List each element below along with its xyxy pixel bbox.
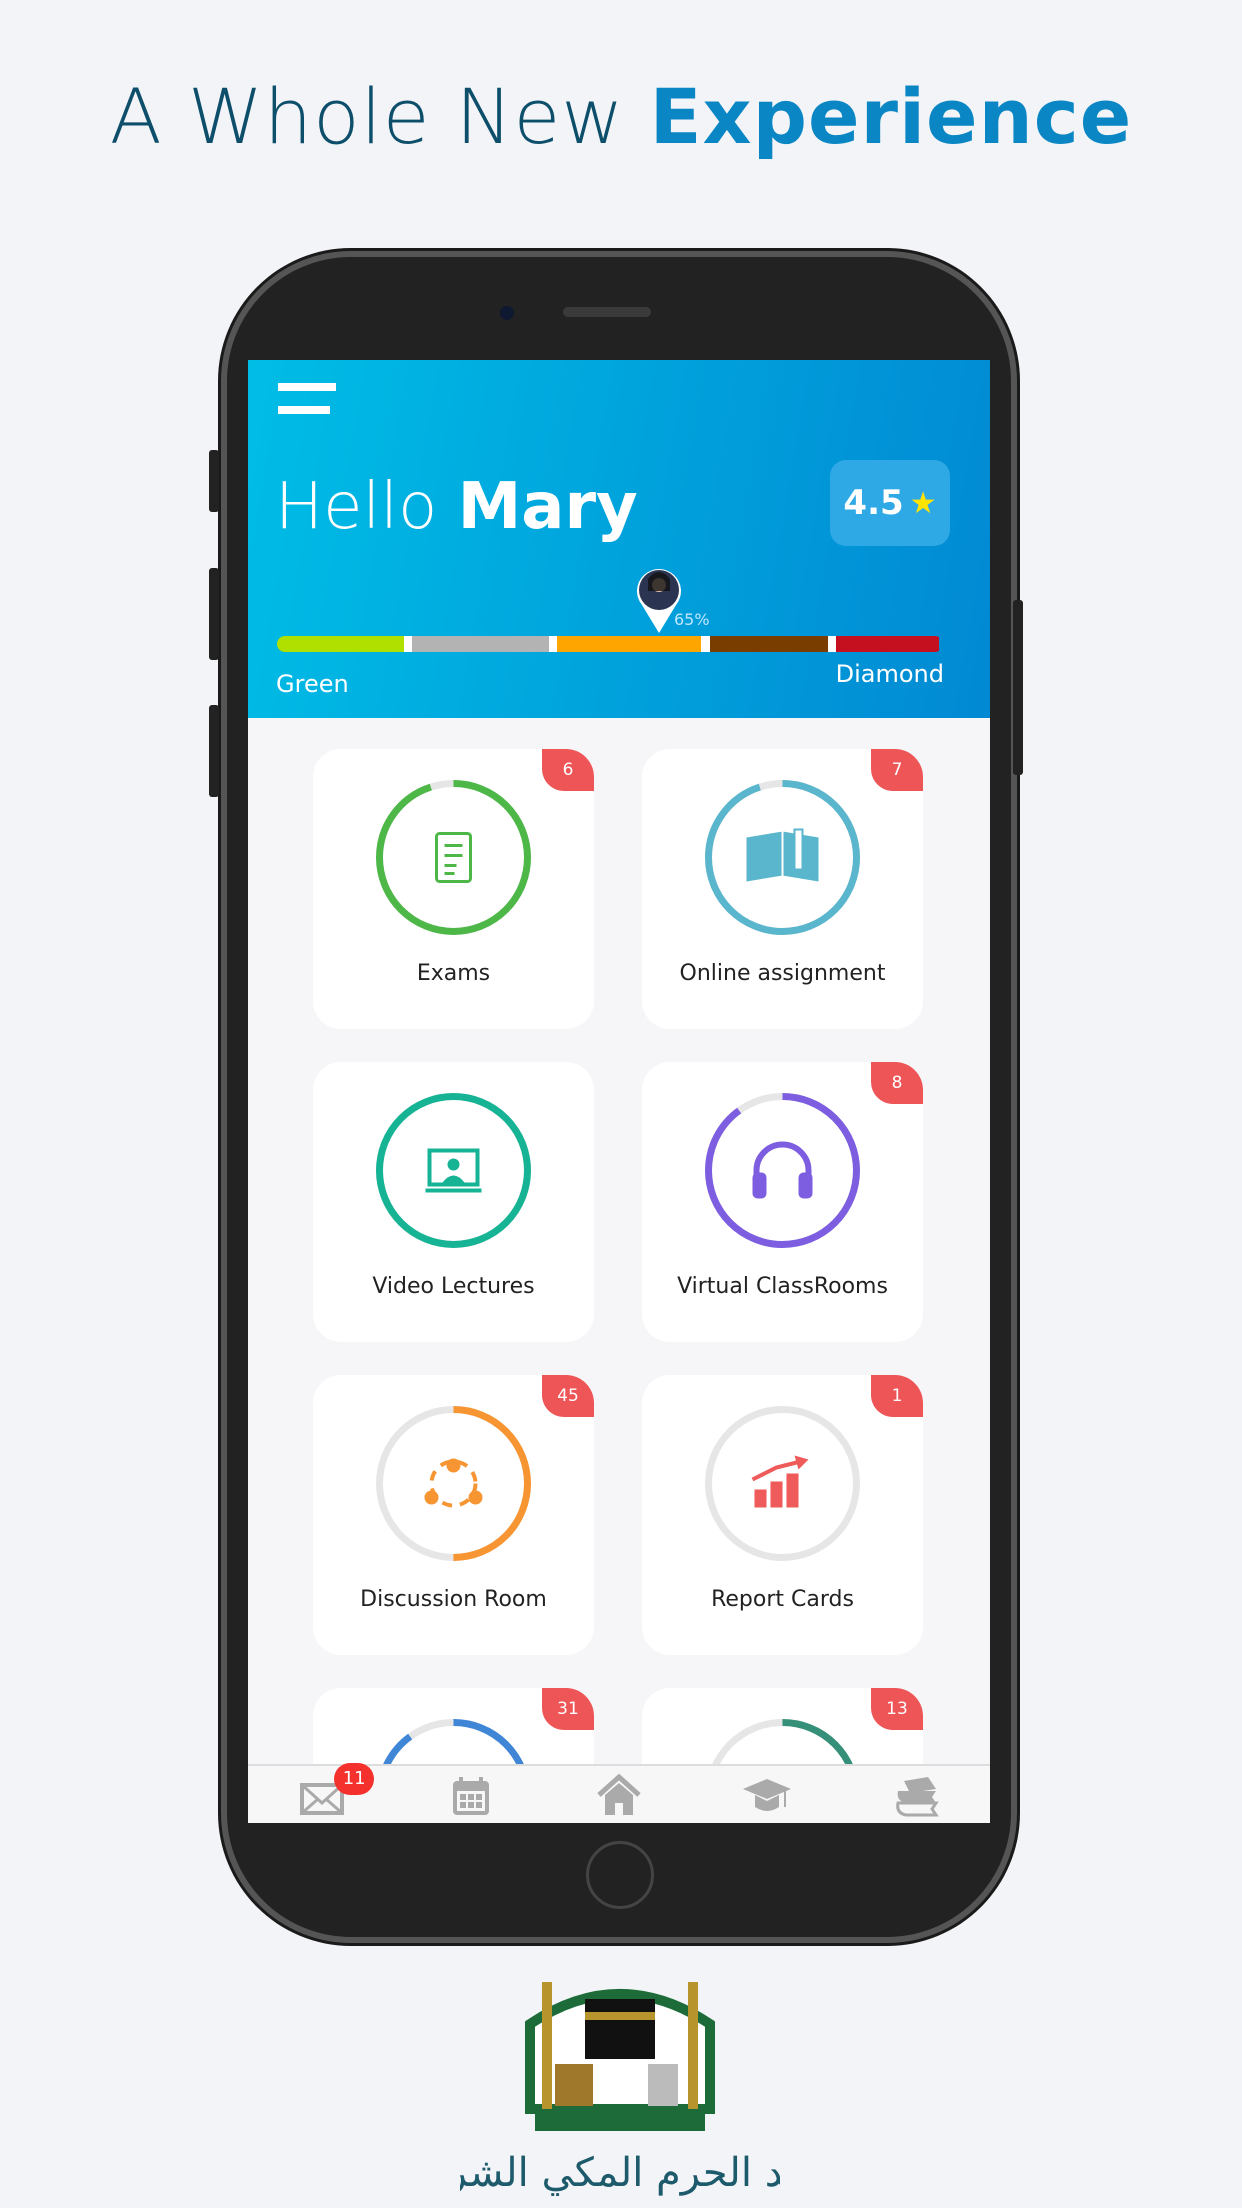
rating-value: 4.5 — [843, 483, 904, 523]
bar-divider — [548, 636, 558, 652]
card-label: Virtual ClassRooms — [677, 1274, 888, 1299]
nav-mail[interactable]: 11 — [298, 1762, 375, 1817]
calendar-icon — [452, 1776, 489, 1815]
volume-down-button — [209, 705, 219, 797]
progress-percent: 65% — [674, 610, 710, 629]
front-camera — [500, 306, 514, 320]
card-label: Video Lectures — [372, 1274, 535, 1299]
card-video-lectures[interactable]: Video Lectures — [313, 1062, 594, 1342]
mute-switch — [209, 450, 219, 512]
nav-home[interactable] — [595, 1773, 643, 1817]
star-icon: ★ — [909, 485, 937, 521]
app-screen: Hello Mary 4.5 ★ 65% Green Diamond 6 Exams… — [248, 360, 990, 1823]
headline-bold: Experience — [649, 72, 1133, 161]
progress-ring — [376, 1093, 531, 1248]
level-start-label: Green — [276, 670, 349, 698]
bar-divider — [701, 636, 710, 652]
count-badge: 6 — [542, 749, 594, 791]
bar-segment — [277, 636, 404, 652]
power-button — [1013, 600, 1023, 775]
card-label: Exams — [416, 961, 491, 986]
logo-text: معهد الحرم المكي الشريف — [460, 2150, 780, 2196]
video-lecture-icon — [425, 1148, 482, 1193]
count-badge: 7 — [871, 749, 923, 791]
greeting: Hello Mary — [275, 470, 638, 544]
bar-divider — [827, 636, 837, 652]
progress-ring — [376, 1406, 531, 1561]
progress-ring — [705, 1406, 860, 1561]
bar-segment — [412, 636, 549, 652]
count-badge: 45 — [542, 1375, 594, 1417]
level-progress-bar — [277, 636, 943, 652]
count-badge: 13 — [871, 1688, 923, 1730]
institute-logo: معهد الحرم المكي الشريف — [460, 1982, 780, 2196]
level-end-label: Diamond — [835, 660, 944, 688]
hamburger-menu-icon[interactable] — [278, 375, 338, 415]
count-badge: 8 — [871, 1062, 923, 1104]
headline-regular: A Whole New — [109, 72, 625, 161]
bottom-nav: 11 — [248, 1762, 990, 1823]
greeting-text: Hello — [275, 470, 438, 544]
group-discussion-icon — [424, 1458, 483, 1508]
card-discussion-room[interactable]: 45 Discussion Room — [313, 1375, 594, 1655]
card-virtual-classrooms[interactable]: 8 Virtual ClassRooms — [642, 1062, 923, 1342]
nav-calendar[interactable] — [447, 1773, 495, 1817]
books-icon — [895, 1776, 939, 1816]
card-label: Discussion Room — [360, 1587, 547, 1612]
progress-ring — [705, 1093, 860, 1248]
headline: A Whole New Experience — [0, 72, 1242, 161]
progress-ring — [376, 780, 531, 935]
headphones-icon — [752, 1141, 813, 1199]
card-exams[interactable]: 6 Exams — [313, 749, 594, 1029]
growth-chart-icon — [751, 1455, 809, 1508]
card-label: Online assignment — [679, 961, 886, 986]
volume-up-button — [209, 568, 219, 660]
card-label: Report Cards — [711, 1587, 854, 1612]
card-online-assignment[interactable]: 7 Online assignment — [642, 749, 923, 1029]
progress-ring — [705, 780, 860, 935]
book-pencil-icon — [746, 828, 819, 882]
header: Hello Mary 4.5 ★ 65% Green Diamond — [248, 360, 990, 718]
bar-segment — [836, 636, 939, 652]
card-report-cards[interactable]: 1 Report Cards — [642, 1375, 923, 1655]
nav-graduation-cap[interactable] — [743, 1773, 792, 1817]
graduation-cap-icon — [743, 1778, 792, 1811]
notification-badge: 11 — [334, 1762, 375, 1795]
rating-badge[interactable]: 4.5 ★ — [830, 460, 950, 546]
nav-books[interactable] — [892, 1773, 940, 1817]
count-badge: 1 — [871, 1375, 923, 1417]
user-name: Mary — [457, 470, 638, 544]
bar-segment — [557, 636, 702, 652]
exam-checklist-icon — [435, 832, 472, 883]
speaker — [563, 307, 651, 317]
bar-divider — [403, 636, 413, 652]
count-badge: 31 — [542, 1688, 594, 1730]
home-button[interactable] — [586, 1841, 654, 1909]
bar-segment — [709, 636, 828, 652]
home-icon — [597, 1773, 641, 1815]
